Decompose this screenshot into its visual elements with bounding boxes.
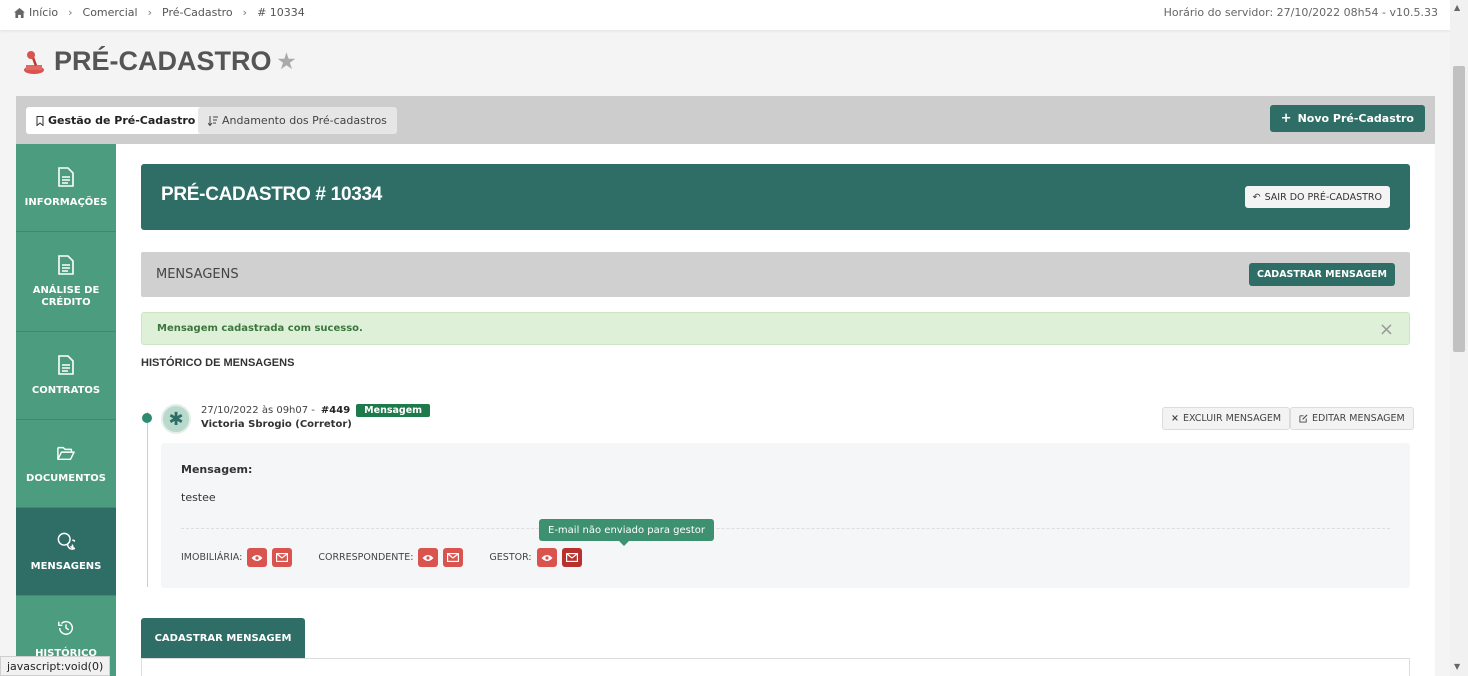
exit-pre-cadastro-button[interactable]: ↶ SAIR DO PRÉ-CADASTRO [1244,186,1390,208]
messages-section-title: MENSAGENS [156,267,239,282]
delete-message-label: EXCLUIR MENSAGEM [1182,413,1282,424]
edit-icon [1299,414,1308,423]
scroll-down-arrow[interactable]: ▼ [1454,662,1460,671]
register-message-tab[interactable]: CADASTRAR MENSAGEM [141,618,305,658]
file-icon [58,354,74,375]
file-icon [58,166,74,187]
delete-message-button[interactable]: × EXCLUIR MENSAGEM [1162,407,1291,430]
message-author: Victoria Sbrogio (Corretor) [201,419,352,430]
email-not-sent-tooltip: E-mail não enviado para gestor [539,519,715,546]
server-time: Horário do servidor: 27/10/2022 08h54 - … [1163,6,1438,19]
recipient-correspondente: CORRESPONDENTE: [318,548,464,567]
sidebar-item-mensagens[interactable]: MENSAGENS [16,508,116,596]
plus-icon: + [1280,110,1292,126]
folder-open-icon [57,446,75,460]
scroll-up-arrow[interactable]: ▲ [1454,3,1460,12]
recipient-imobiliaria: IMOBILIÁRIA: [181,548,293,567]
pre-cadastro-title: PRÉ-CADASTRO # 10334 [161,184,383,205]
sidebar: INFORMAÇÕES ANÁLISE DE CRÉDITO CONTRATOS… [16,144,116,676]
main-content: PRÉ-CADASTRO # 10334 ↶ SAIR DO PRÉ-CADAS… [116,144,1435,676]
sidebar-item-contratos[interactable]: CONTRATOS [16,332,116,420]
breadcrumb-item-current: # 10334 [257,6,305,19]
home-icon [14,7,25,18]
eye-icon[interactable] [536,548,557,567]
message-card: Mensagem: testee E-mail não enviado para… [161,443,1410,588]
sidebar-item-label: ANÁLISE DE CRÉDITO [32,284,100,308]
tab-gestao-pre-cadastro[interactable]: Gestão de Pré-Cadastro [26,107,206,134]
pre-cadastro-header: PRÉ-CADASTRO # 10334 ↶ SAIR DO PRÉ-CADAS… [141,164,1410,230]
chevron-right-icon: › [68,6,73,19]
close-icon[interactable]: × [1379,319,1394,340]
message-number: #449 [320,405,351,416]
star-icon[interactable]: ★ [278,49,296,74]
bookmark-icon [36,115,44,126]
sidebar-item-informacoes[interactable]: INFORMAÇÕES [16,144,116,232]
sidebar-item-label: CONTRATOS [31,384,101,396]
envelope-icon[interactable] [443,548,464,567]
timeline-dot [142,413,152,423]
recipient-label: CORRESPONDENTE: [318,552,414,563]
page-title-text: PRÉ-CADASTRO [54,46,272,76]
joystick-icon [24,50,44,74]
message-datetime: 27/10/2022 às 09h07 - [201,405,315,416]
asterisk-icon: ✱ [161,404,191,434]
timeline-line [147,412,148,587]
file-icon [58,254,74,275]
history-icon [58,620,73,635]
sidebar-item-documentos[interactable]: DOCUMENTOS [16,420,116,508]
exit-pre-cadastro-label: SAIR DO PRÉ-CADASTRO [1264,191,1382,203]
chevron-right-icon: › [147,6,152,19]
sort-icon [208,115,218,126]
sidebar-item-label: MENSAGENS [30,560,102,572]
breadcrumb-item-inicio[interactable]: Início [29,6,58,19]
recipient-label: IMOBILIÁRIA: [181,552,243,563]
eye-icon[interactable] [247,548,268,567]
chevron-right-icon: › [242,6,248,19]
message-text: testee [181,491,216,504]
tab-label: Gestão de Pré-Cadastro [48,114,196,127]
message-type-badge: Mensagem [356,404,431,417]
tabs-bar: Gestão de Pré-Cadastro Andamento dos Pré… [16,96,1435,144]
tab-label: Andamento dos Pré-cadastros [222,114,387,127]
vertical-scrollbar[interactable]: ▲ ▼ [1450,0,1468,676]
scroll-thumb[interactable] [1453,66,1465,352]
success-alert-text: Mensagem cadastrada com sucesso. [157,323,363,334]
sidebar-item-analise-credito[interactable]: ANÁLISE DE CRÉDITO [16,232,116,332]
new-pre-cadastro-label: Novo Pré-Cadastro [1297,112,1414,125]
breadcrumb-item-comercial[interactable]: Comercial [83,6,138,19]
chat-icon [57,532,75,550]
reply-icon: ↶ [1252,191,1261,203]
messages-section-bar: MENSAGENS CADASTRAR MENSAGEM [141,252,1410,297]
register-message-button[interactable]: CADASTRAR MENSAGEM [1248,263,1395,286]
message-label: Mensagem: [181,463,253,476]
success-alert: Mensagem cadastrada com sucesso. × [141,312,1410,345]
register-message-form [141,658,1410,676]
recipient-flags: IMOBILIÁRIA: CORRESPONDENTE: GESTOR: [181,548,608,567]
recipient-gestor: GESTOR: [489,548,582,567]
breadcrumb: Início › Comercial › Pré-Cadastro › # 10… [14,6,305,19]
breadcrumb-item-pre-cadastro[interactable]: Pré-Cadastro [162,6,233,19]
envelope-icon[interactable] [561,548,582,567]
sidebar-item-label: DOCUMENTOS [26,472,106,484]
sidebar-item-label: INFORMAÇÕES [24,196,108,208]
times-icon: × [1171,413,1179,424]
eye-icon[interactable] [418,548,439,567]
recipient-label: GESTOR: [489,552,532,563]
message-meta: 27/10/2022 às 09h07 - #449 Mensagem [201,404,431,417]
page-title: PRÉ-CADASTRO ★ [22,46,295,77]
top-bar: Início › Comercial › Pré-Cadastro › # 10… [0,0,1450,30]
divider [181,528,1390,529]
new-pre-cadastro-button[interactable]: + Novo Pré-Cadastro [1269,105,1425,132]
history-title: HISTÓRICO DE MENSAGENS [141,357,295,369]
tab-andamento-pre-cadastros[interactable]: Andamento dos Pré-cadastros [198,107,397,134]
edit-message-label: EDITAR MENSAGEM [1312,413,1405,424]
browser-status-bar: javascript:void(0) [0,656,111,676]
edit-message-button[interactable]: EDITAR MENSAGEM [1290,407,1414,430]
envelope-icon[interactable] [272,548,293,567]
